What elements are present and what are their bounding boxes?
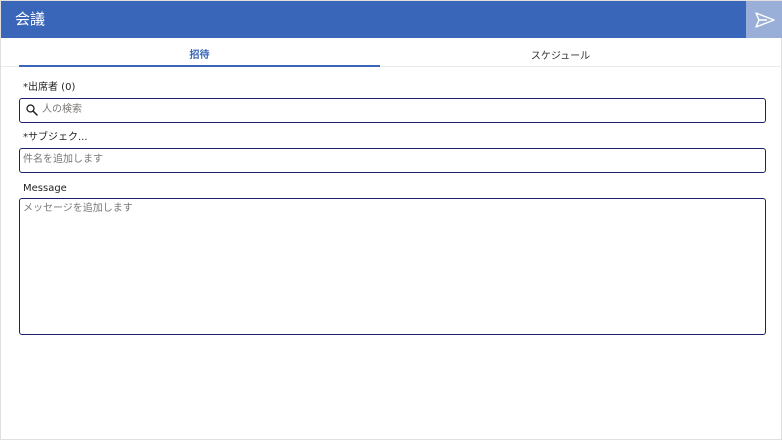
subject-placeholder: 件名を追加します: [23, 154, 103, 165]
send-button[interactable]: [746, 1, 782, 38]
page-title: 会議: [15, 10, 46, 28]
people-search-placeholder: 人の検索: [42, 104, 82, 115]
message-label: Message: [23, 183, 67, 194]
send-icon: [754, 11, 775, 28]
tab-schedule[interactable]: スケジュール: [380, 41, 741, 67]
attendees-label: *出席者 (0): [23, 82, 76, 93]
tab-invite[interactable]: 招待: [19, 41, 380, 67]
tab-bar: 招待 スケジュール: [1, 41, 782, 67]
message-placeholder: メッセージを追加します: [23, 203, 133, 214]
search-icon: [26, 104, 38, 116]
meeting-app: 会議 招待 スケジュール *出席者 (0) 人の検索 *サブジェク... 件名を…: [0, 0, 782, 440]
message-textarea[interactable]: メッセージを追加します: [19, 198, 766, 335]
subject-label: *サブジェク...: [23, 132, 88, 143]
subject-input[interactable]: 件名を追加します: [19, 148, 766, 173]
people-search-input[interactable]: 人の検索: [19, 98, 766, 123]
header-bar: 会議: [1, 1, 782, 38]
